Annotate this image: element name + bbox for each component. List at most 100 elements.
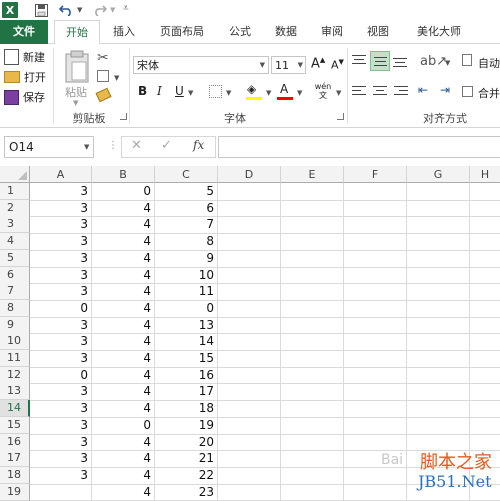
shrink-font-button[interactable]: A▼ <box>331 58 344 72</box>
cell[interactable]: 4 <box>92 383 155 399</box>
new-button[interactable]: 新建 <box>4 49 45 65</box>
redo-icon[interactable] <box>92 2 108 18</box>
grow-font-button[interactable]: A▲ <box>311 56 325 71</box>
align-left-icon[interactable] <box>352 86 368 98</box>
formula-input[interactable] <box>218 136 500 158</box>
cell[interactable]: 13 <box>155 317 218 333</box>
cell[interactable]: 4 <box>92 400 155 416</box>
cell[interactable]: 3 <box>30 467 92 483</box>
underline-button[interactable]: U <box>175 84 184 98</box>
bold-button[interactable]: B <box>138 84 147 98</box>
cell[interactable]: 3 <box>30 250 92 266</box>
paste-label[interactable]: 粘贴 <box>65 84 87 100</box>
fill-color-dropdown-icon[interactable]: ▼ <box>266 89 271 97</box>
cell[interactable]: 4 <box>92 216 155 232</box>
cell[interactable]: 5 <box>155 183 218 199</box>
middle-align-button[interactable] <box>370 51 390 71</box>
enter-icon[interactable]: ✓ <box>161 138 172 153</box>
row-header[interactable]: 12 <box>0 367 30 384</box>
row-header[interactable]: 5 <box>0 250 30 267</box>
orientation-icon[interactable]: ab↗ <box>420 54 447 69</box>
cell[interactable]: 9 <box>155 250 218 266</box>
bottom-align-icon[interactable] <box>393 56 409 68</box>
cell[interactable]: 10 <box>155 267 218 283</box>
column-header-e[interactable]: E <box>281 166 344 183</box>
cell[interactable]: 3 <box>30 200 92 216</box>
cell[interactable]: 3 <box>30 417 92 433</box>
undo-dropdown-icon[interactable]: ▼ <box>77 6 82 14</box>
row-header[interactable]: 16 <box>0 434 30 451</box>
row-header[interactable]: 3 <box>0 216 30 233</box>
cancel-icon[interactable]: ✕ <box>131 138 142 153</box>
cell[interactable]: 4 <box>92 484 155 500</box>
cell[interactable]: 0 <box>92 417 155 433</box>
merge-icon[interactable] <box>462 86 473 97</box>
save-icon[interactable] <box>33 2 49 18</box>
merge-label[interactable]: 合并 <box>478 85 500 101</box>
cell[interactable]: 0 <box>30 367 92 383</box>
name-box-dropdown-icon[interactable]: ▼ <box>84 143 89 151</box>
italic-button[interactable]: I <box>157 84 162 98</box>
tab-insert[interactable]: 插入 <box>104 20 144 44</box>
paste-icon[interactable] <box>62 50 92 84</box>
cell[interactable]: 3 <box>30 267 92 283</box>
row-header[interactable]: 15 <box>0 417 30 434</box>
borders-icon[interactable] <box>209 85 222 98</box>
row-header[interactable]: 14 <box>0 400 30 417</box>
cell[interactable]: 23 <box>155 484 218 500</box>
row-header[interactable]: 18 <box>0 467 30 484</box>
cell[interactable]: 4 <box>92 333 155 349</box>
wrap-text-label[interactable]: 自动 <box>478 55 500 71</box>
decrease-indent-icon[interactable]: ⇤ <box>418 83 428 97</box>
cell[interactable]: 0 <box>155 300 218 316</box>
phonetic-dropdown-icon[interactable]: ▼ <box>336 89 341 97</box>
row-header[interactable]: 1 <box>0 183 30 200</box>
cell[interactable]: 8 <box>155 233 218 249</box>
tab-file[interactable]: 文件 <box>0 20 48 44</box>
row-header[interactable]: 8 <box>0 300 30 317</box>
fill-color-icon[interactable]: ◈ <box>247 82 256 96</box>
cell[interactable]: 21 <box>155 450 218 466</box>
column-header-h[interactable]: H <box>470 166 500 183</box>
wrap-text-icon[interactable] <box>462 54 472 66</box>
cell[interactable]: 4 <box>92 267 155 283</box>
tab-review[interactable]: 审阅 <box>312 20 352 44</box>
cell[interactable]: 16 <box>155 367 218 383</box>
cell[interactable]: 3 <box>30 333 92 349</box>
cell[interactable]: 7 <box>155 216 218 232</box>
cell[interactable]: 3 <box>30 317 92 333</box>
paste-dropdown-icon[interactable]: ▼ <box>73 99 78 107</box>
orientation-dropdown-icon[interactable]: ▼ <box>445 59 450 67</box>
cell[interactable]: 3 <box>30 216 92 232</box>
tab-home[interactable]: 开始 <box>54 20 100 45</box>
borders-dropdown-icon[interactable]: ▼ <box>226 89 231 97</box>
cell[interactable]: 0 <box>30 300 92 316</box>
save-button[interactable]: 保存 <box>4 89 45 105</box>
cell[interactable]: 17 <box>155 383 218 399</box>
phonetic-guide-icon[interactable]: wén 文 <box>314 82 332 100</box>
select-all-corner[interactable] <box>0 166 30 183</box>
row-header[interactable]: 9 <box>0 317 30 334</box>
column-header-g[interactable]: G <box>407 166 470 183</box>
cell[interactable]: 4 <box>92 300 155 316</box>
cell[interactable]: 15 <box>155 350 218 366</box>
customize-quick-access-icon[interactable]: ⩡ <box>123 3 129 14</box>
cut-icon[interactable]: ✂ <box>97 50 109 66</box>
column-header-c[interactable]: C <box>155 166 218 183</box>
cell[interactable]: 3 <box>30 350 92 366</box>
tab-page-layout[interactable]: 页面布局 <box>150 20 214 44</box>
cell[interactable]: 18 <box>155 400 218 416</box>
row-header[interactable]: 17 <box>0 450 30 467</box>
cell[interactable]: 4 <box>92 450 155 466</box>
undo-icon[interactable] <box>58 2 74 18</box>
copy-icon[interactable] <box>97 70 109 82</box>
cell[interactable] <box>30 484 92 500</box>
tab-view[interactable]: 视图 <box>358 20 398 44</box>
cell[interactable]: 3 <box>30 383 92 399</box>
row-header[interactable]: 13 <box>0 383 30 400</box>
tab-beautify-master[interactable]: 美化大师 <box>404 20 474 44</box>
align-center-icon[interactable] <box>373 86 389 98</box>
align-right-icon[interactable] <box>394 86 410 98</box>
cell[interactable]: 0 <box>92 183 155 199</box>
copy-dropdown-icon[interactable]: ▼ <box>114 74 119 82</box>
